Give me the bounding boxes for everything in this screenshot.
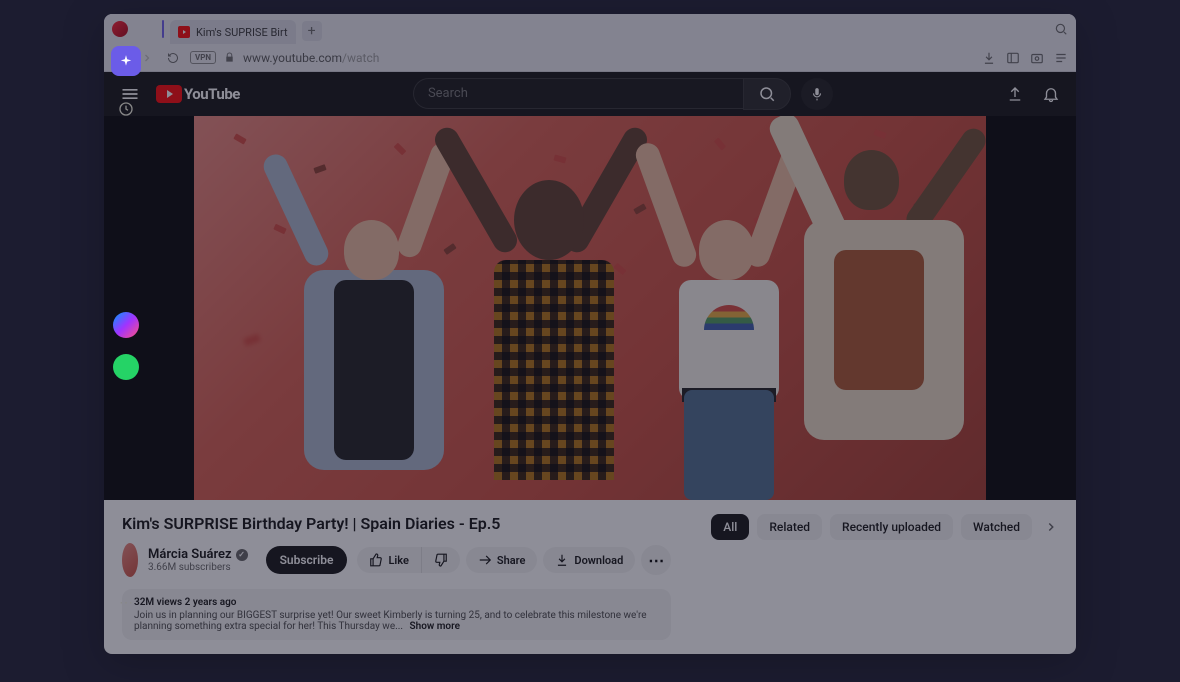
- chip-related[interactable]: Related: [757, 514, 822, 540]
- chip-watched[interactable]: Watched: [961, 514, 1032, 540]
- download-button[interactable]: Download: [543, 547, 635, 573]
- verified-badge-icon: ✓: [236, 549, 248, 561]
- video-description-text: Join us in planning our BIGGEST surprise…: [134, 610, 647, 632]
- upload-icon[interactable]: [1006, 85, 1024, 103]
- youtube-favicon-icon: [178, 26, 190, 38]
- vpn-badge[interactable]: VPN: [190, 51, 216, 64]
- dislike-button[interactable]: [422, 547, 460, 573]
- url-field[interactable]: www.youtube.com/watch: [243, 51, 974, 65]
- browser-window: Kim's SUPRISE Birt + VPN www.youtube.com…: [104, 14, 1076, 654]
- messenger-sidebar-icon[interactable]: [113, 312, 139, 338]
- chip-all[interactable]: All: [711, 514, 749, 540]
- more-actions-button[interactable]: ⋯: [641, 545, 671, 575]
- tab-bar: Kim's SUPRISE Birt +: [104, 14, 1076, 44]
- video-info: Kim's SURPRISE Birthday Party! | Spain D…: [104, 500, 1076, 654]
- notifications-icon[interactable]: [1042, 85, 1060, 103]
- subscribe-button[interactable]: Subscribe: [266, 546, 348, 574]
- snapshot-icon[interactable]: [1030, 51, 1044, 65]
- url-path: /watch: [342, 51, 379, 65]
- whatsapp-sidebar-icon[interactable]: [113, 354, 139, 380]
- sidebar-toggle-icon[interactable]: [1006, 51, 1020, 65]
- video-player[interactable]: [104, 116, 1076, 500]
- easy-setup-icon[interactable]: [1054, 51, 1068, 65]
- reload-button[interactable]: [164, 49, 182, 67]
- new-tab-button[interactable]: +: [302, 21, 322, 41]
- filter-chips: All Related Recently uploaded Watched: [711, 514, 1058, 540]
- lock-icon[interactable]: [224, 52, 235, 63]
- address-bar: VPN www.youtube.com/watch: [104, 44, 1076, 72]
- url-domain: www.youtube.com: [243, 51, 342, 65]
- tab-title: Kim's SUPRISE Birt: [196, 26, 288, 39]
- aria-sidebar-button[interactable]: [111, 46, 141, 76]
- show-more-button[interactable]: Show more: [410, 621, 460, 632]
- like-button[interactable]: Like: [357, 547, 421, 573]
- youtube-logo-text: YouTube: [184, 85, 240, 103]
- youtube-play-icon: [156, 85, 182, 103]
- sidebar-more-icon[interactable]: ⋯: [111, 588, 141, 618]
- search-input[interactable]: [413, 78, 743, 109]
- video-title: Kim's SURPRISE Birthday Party! | Spain D…: [122, 514, 671, 533]
- youtube-logo[interactable]: YouTube: [156, 85, 240, 103]
- browser-tab[interactable]: Kim's SUPRISE Birt: [170, 20, 296, 44]
- chip-scroll-right-icon[interactable]: [1044, 520, 1058, 534]
- download-icon[interactable]: [982, 51, 996, 65]
- video-description[interactable]: 32M views 2 years ago Join us in plannin…: [122, 589, 671, 640]
- channel-name[interactable]: Márcia Suárez: [148, 547, 232, 562]
- share-button[interactable]: Share: [466, 547, 538, 573]
- history-sidebar-icon[interactable]: [111, 94, 141, 124]
- video-frame: [194, 116, 986, 500]
- subscriber-count: 3.66M subscribers: [148, 562, 248, 573]
- tab-search-icon[interactable]: [1054, 22, 1068, 36]
- youtube-header: YouTube: [104, 72, 1076, 116]
- youtube-page: YouTube: [104, 72, 1076, 654]
- voice-search-button[interactable]: [801, 78, 833, 110]
- video-views-age: 32M views 2 years ago: [134, 597, 659, 608]
- search-button[interactable]: [743, 78, 791, 110]
- chip-recently-uploaded[interactable]: Recently uploaded: [830, 514, 953, 540]
